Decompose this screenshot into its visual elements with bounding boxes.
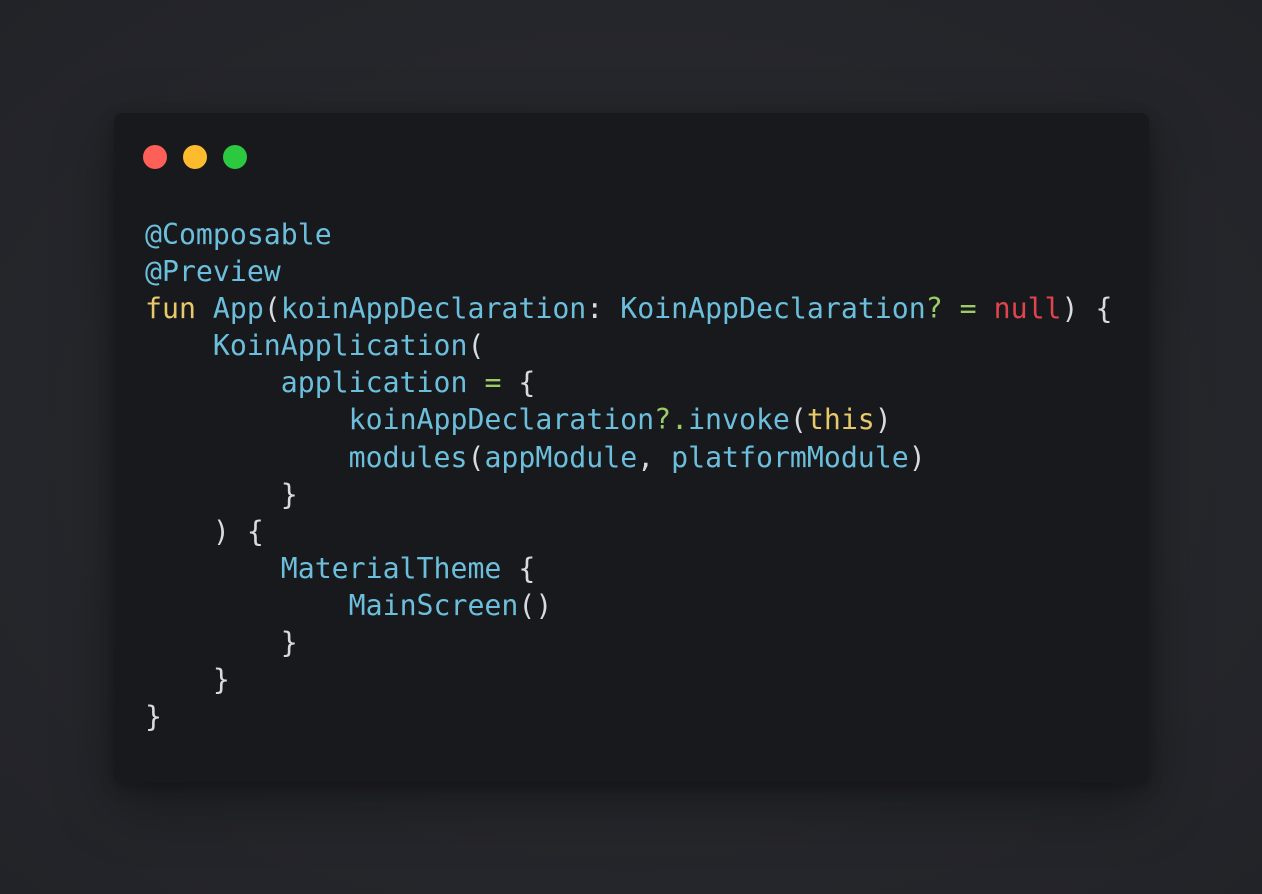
window-controls: [143, 145, 247, 169]
code-token-punctuation: (: [467, 440, 485, 474]
code-token-punctuation: (: [467, 329, 485, 363]
code-token-punctuation: ) {: [145, 514, 264, 548]
code-token-identifier: koinAppDeclaration: [348, 403, 655, 437]
code-line: }: [145, 476, 1112, 513]
code-token-punctuation: (: [789, 403, 807, 437]
code-token-punctuation: }: [145, 626, 298, 660]
code-line: modules(appModule, platformModule): [145, 439, 1112, 476]
code-token-punctuation: [196, 292, 213, 325]
code-block: @Composable @Preview fun App(koinAppDeclar…: [145, 216, 1112, 735]
code-token-operator: =: [484, 366, 502, 400]
code-line: ) {: [145, 513, 1112, 550]
screenshot-background: @Composable @Preview fun App(koinAppDeclar…: [0, 0, 1262, 894]
code-token-punctuation: [145, 366, 281, 399]
code-token-punctuation: [145, 589, 349, 622]
code-line: koinAppDeclaration?.invoke(this): [145, 401, 1112, 438]
code-token-punctuation: (): [518, 588, 553, 622]
code-token-punctuation: }: [145, 663, 230, 697]
code-line: }: [145, 661, 1112, 698]
minimize-dot-icon[interactable]: [183, 145, 207, 169]
code-token-operator: ?: [925, 292, 943, 326]
code-token-punctuation: :: [586, 292, 621, 326]
code-token-identifier: @Preview: [145, 255, 281, 289]
code-token-identifier: platformModule: [671, 440, 909, 474]
maximize-dot-icon[interactable]: [223, 145, 247, 169]
code-token-punctuation: [977, 292, 994, 325]
code-token-identifier: invoke: [688, 403, 790, 437]
code-token-punctuation: [943, 292, 960, 325]
code-token-identifier: App: [212, 292, 264, 326]
code-token-punctuation: ): [874, 403, 892, 437]
code-token-identifier: MainScreen: [348, 588, 519, 622]
code-token-keyword: this: [806, 403, 875, 437]
code-token-punctuation: [145, 329, 213, 362]
code-token-identifier: koinAppDeclaration: [280, 292, 587, 326]
code-window: @Composable @Preview fun App(koinAppDeclar…: [114, 113, 1149, 783]
code-token-punctuation: [145, 441, 349, 474]
code-token-identifier: KoinApplication: [212, 329, 468, 363]
code-token-identifier: modules: [348, 440, 468, 474]
code-token-identifier: MaterialTheme: [280, 551, 502, 585]
code-token-punctuation: }: [145, 700, 162, 734]
code-token-punctuation: {: [501, 366, 536, 400]
code-token-null-literal: null: [993, 292, 1062, 326]
code-token-punctuation: ,: [637, 440, 672, 474]
code-token-operator: ?.: [654, 403, 689, 437]
code-token-keyword: fun: [145, 292, 196, 326]
code-line: @Preview: [145, 253, 1112, 290]
code-line: KoinApplication(: [145, 327, 1112, 364]
code-token-operator: =: [959, 292, 977, 326]
code-line: }: [145, 698, 1112, 735]
code-token-punctuation: }: [145, 477, 298, 511]
code-token-punctuation: ): [908, 440, 926, 474]
code-token-punctuation: {: [501, 551, 536, 585]
code-line: @Composable: [145, 216, 1112, 253]
code-line: application = {: [145, 364, 1112, 401]
code-line: }: [145, 624, 1112, 661]
code-token-punctuation: (: [263, 292, 281, 326]
code-token-identifier: application: [280, 366, 468, 400]
code-line: fun App(koinAppDeclaration: KoinAppDecla…: [145, 290, 1112, 327]
code-token-identifier: KoinAppDeclaration: [620, 292, 926, 326]
code-line: MaterialTheme {: [145, 550, 1112, 587]
code-token-identifier: appModule: [484, 440, 638, 474]
code-token-punctuation: [145, 403, 349, 436]
code-token-punctuation: ) {: [1061, 292, 1113, 326]
code-line: MainScreen(): [145, 587, 1112, 624]
code-token-punctuation: [145, 552, 281, 585]
code-token-punctuation: [467, 366, 484, 399]
code-token-identifier: @Composable: [145, 218, 332, 251]
close-dot-icon[interactable]: [143, 145, 167, 169]
